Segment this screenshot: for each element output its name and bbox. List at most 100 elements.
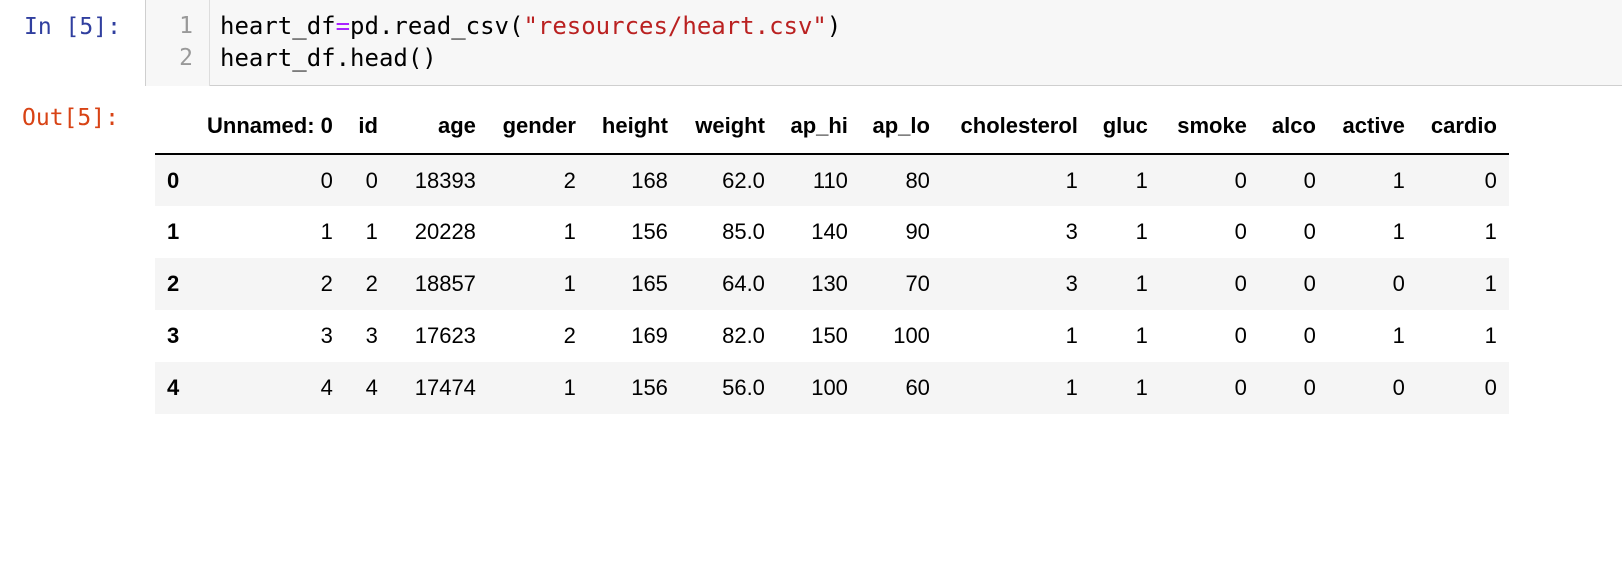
table-cell: 130 bbox=[811, 271, 848, 296]
column-header: weight bbox=[679, 99, 777, 155]
table-cell: 2 bbox=[365, 271, 378, 296]
code-string: "resources/heart.csv" bbox=[523, 12, 827, 40]
table-cell: 1 bbox=[1392, 167, 1405, 193]
column-header: age bbox=[389, 99, 488, 155]
table-cell: 1 bbox=[1135, 219, 1148, 244]
column-header: gender bbox=[487, 99, 588, 155]
column-header: id bbox=[344, 99, 390, 155]
table-cell: 0 bbox=[1234, 323, 1247, 348]
table-cell: 82.0 bbox=[722, 323, 765, 348]
table-cell: 1 bbox=[1392, 323, 1405, 348]
code-line[interactable]: heart_df=pd.read_csv("resources/heart.cs… bbox=[220, 10, 841, 42]
table-cell: 110 bbox=[812, 167, 848, 193]
table-cell: 17474 bbox=[414, 375, 476, 400]
table-row: 0 0 0 18393 2 168 62.0 110 80 1 1 0 0 1 0 bbox=[155, 154, 1509, 206]
table-cell: 20228 bbox=[414, 219, 476, 244]
table-cell: 90 bbox=[905, 219, 930, 244]
table-cell: 0 bbox=[1392, 271, 1405, 296]
table-cell: 1 bbox=[1484, 271, 1497, 296]
table-cell: 156 bbox=[631, 375, 668, 400]
table-cell: 1 bbox=[1135, 323, 1148, 348]
table-row: 3 3 3 17623 2 169 82.0 150 100 1 1 0 0 1 1 bbox=[155, 310, 1509, 362]
table-cell: 1 bbox=[1135, 271, 1148, 296]
table-cell: 0 bbox=[1234, 271, 1247, 296]
code-close-paren: ) bbox=[826, 12, 842, 40]
table-cell: 0 bbox=[1303, 375, 1316, 400]
column-header: ap_hi bbox=[776, 99, 860, 155]
column-header: alco bbox=[1258, 99, 1328, 155]
table-body: 0 0 0 18393 2 168 62.0 110 80 1 1 0 0 1 0 1 1 1 20228 1 156 8… bbox=[155, 154, 1509, 414]
table-cell: 156 bbox=[631, 219, 668, 244]
table-cell: 2 bbox=[563, 167, 576, 193]
table-cell: 1 bbox=[1392, 219, 1405, 244]
table-cell: 165 bbox=[631, 271, 668, 296]
dataframe-table: Unnamed: 0 id age gender height weight ap_hi ap… bbox=[155, 99, 1509, 414]
output-prompt: Out[5]: bbox=[22, 105, 119, 131]
row-index: 0 bbox=[167, 167, 180, 193]
table-row: 1 1 1 20228 1 156 85.0 140 90 3 1 0 0 1 1 bbox=[155, 206, 1509, 258]
table-cell: 100 bbox=[811, 375, 848, 400]
table-cell: 3 bbox=[1065, 219, 1078, 244]
table-cell: 56.0 bbox=[722, 375, 765, 400]
table-cell: 4 bbox=[320, 375, 333, 400]
table-cell: 18857 bbox=[414, 271, 476, 296]
code-editor[interactable]: 1 2 heart_df=pd.read_csv("resources/hear… bbox=[145, 0, 1622, 86]
table-cell: 4 bbox=[365, 375, 378, 400]
row-index: 4 bbox=[167, 375, 180, 400]
column-header bbox=[155, 99, 195, 155]
table-cell: 1 bbox=[563, 271, 576, 296]
code-variable: heart_df bbox=[220, 12, 336, 40]
table-cell: 1 bbox=[1484, 219, 1497, 244]
row-index: 2 bbox=[167, 271, 180, 296]
table-cell: 1 bbox=[1135, 167, 1148, 193]
table-cell: 1 bbox=[1484, 323, 1497, 348]
table-cell: 60 bbox=[905, 375, 930, 400]
table-cell: 3 bbox=[1065, 271, 1078, 296]
table-cell: 0 bbox=[1234, 167, 1247, 193]
column-header: active bbox=[1327, 99, 1417, 155]
table-header-row: Unnamed: 0 id age gender height weight ap_hi ap… bbox=[155, 99, 1509, 155]
table-cell: 2 bbox=[320, 271, 333, 296]
table-cell: 1 bbox=[320, 219, 333, 244]
table-cell: 3 bbox=[365, 323, 378, 348]
column-header: cholesterol bbox=[941, 99, 1090, 155]
row-index: 3 bbox=[167, 323, 180, 348]
table-cell: 0 bbox=[1234, 219, 1247, 244]
line-number: 1 bbox=[179, 13, 193, 39]
column-header: height bbox=[587, 99, 680, 155]
code-line[interactable]: heart_df.head() bbox=[220, 42, 437, 74]
table-cell: 70 bbox=[905, 271, 930, 296]
line-number: 2 bbox=[179, 45, 193, 71]
line-number-gutter: 1 2 bbox=[146, 0, 210, 86]
table-cell: 62.0 bbox=[722, 167, 765, 193]
table-cell: 0 bbox=[365, 167, 378, 193]
code-call: pd.read_csv( bbox=[350, 12, 524, 40]
table-cell: 64.0 bbox=[722, 271, 765, 296]
column-header: Unnamed: 0 bbox=[195, 99, 345, 155]
table-cell: 140 bbox=[811, 219, 848, 244]
table-cell: 2 bbox=[563, 323, 576, 348]
table-cell: 1 bbox=[563, 219, 576, 244]
column-header: smoke bbox=[1159, 99, 1259, 155]
table-cell: 0 bbox=[1303, 271, 1316, 296]
table-cell: 100 bbox=[893, 323, 930, 348]
table-cell: 1 bbox=[365, 219, 378, 244]
table-cell: 0 bbox=[1392, 375, 1405, 400]
column-header: gluc bbox=[1089, 99, 1160, 155]
table-cell: 0 bbox=[1303, 219, 1316, 244]
table-row: 4 4 4 17474 1 156 56.0 100 60 1 1 0 0 0 0 bbox=[155, 362, 1509, 414]
table-cell: 0 bbox=[320, 167, 333, 193]
table-cell: 1 bbox=[1135, 375, 1148, 400]
code-operator: = bbox=[335, 12, 351, 40]
table-cell: 85.0 bbox=[722, 219, 765, 244]
notebook-cell: In [5]: 1 2 heart_df=pd.read_csv("resour… bbox=[0, 0, 1622, 586]
table-cell: 3 bbox=[320, 323, 333, 348]
table-cell: 0 bbox=[1234, 375, 1247, 400]
table-cell: 18393 bbox=[414, 167, 476, 193]
table-cell: 1 bbox=[1065, 167, 1078, 193]
table-cell: 0 bbox=[1303, 323, 1316, 348]
table-row: 2 2 2 18857 1 165 64.0 130 70 3 1 0 0 0 1 bbox=[155, 258, 1509, 310]
table-cell: 80 bbox=[905, 167, 930, 193]
row-index: 1 bbox=[167, 219, 180, 244]
table-cell: 1 bbox=[1065, 323, 1078, 348]
